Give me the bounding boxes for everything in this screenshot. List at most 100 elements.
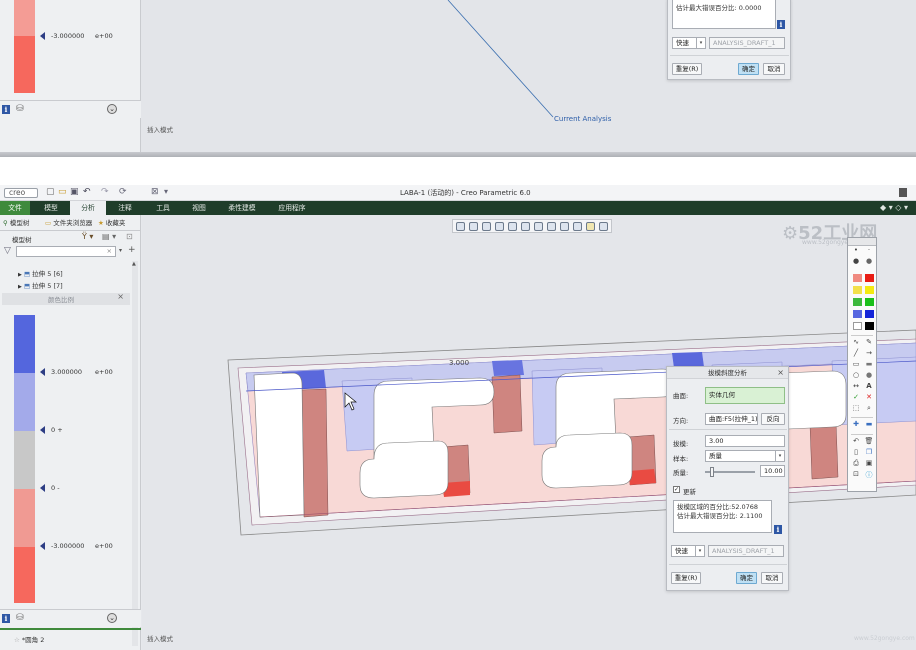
tab-folder-browser[interactable]: ▭ 文件夹浏览器 bbox=[45, 218, 92, 229]
sample-select[interactable]: 质量 ▾ bbox=[705, 450, 785, 462]
trash-icon[interactable]: 🗑 bbox=[863, 437, 875, 445]
tab-model-tree[interactable]: ⚲ 模型树 bbox=[3, 218, 29, 229]
close-icon[interactable]: × bbox=[117, 292, 124, 301]
check-icon[interactable]: ✓ bbox=[850, 393, 862, 401]
new-file-icon[interactable]: ▢ bbox=[46, 187, 55, 197]
open-folder-icon[interactable]: ▭ bbox=[58, 187, 67, 197]
info-icon[interactable]: i bbox=[777, 20, 785, 29]
cancel-button[interactable]: 取消 bbox=[761, 572, 783, 584]
quality-value-input[interactable]: 10.00 bbox=[760, 465, 785, 477]
cross-icon[interactable]: ✕ bbox=[863, 393, 875, 401]
pen-icon[interactable]: ✎ bbox=[863, 338, 875, 346]
dot-large-icon[interactable]: ● bbox=[863, 257, 875, 265]
dot-medium-icon[interactable]: ● bbox=[850, 257, 862, 265]
minimize-button[interactable] bbox=[899, 188, 907, 197]
line-icon[interactable]: ╱ bbox=[850, 349, 862, 357]
layer-icon[interactable]: ⛁ bbox=[16, 613, 24, 623]
update-checkbox[interactable]: ✓ bbox=[673, 486, 680, 493]
swatch-yellow[interactable] bbox=[865, 286, 874, 294]
dropdown-arrow-icon[interactable]: ▾ bbox=[119, 247, 122, 254]
minus-icon[interactable]: ▬ bbox=[863, 420, 875, 428]
close-icon[interactable]: × bbox=[777, 367, 784, 379]
tab-file[interactable]: 文件 bbox=[0, 201, 30, 215]
help-icon[interactable]: ◆ ▾ ◇ ▾ bbox=[880, 203, 908, 212]
scroll-up-icon[interactable]: ▲ bbox=[132, 261, 136, 267]
undo-icon[interactable]: ↶ bbox=[850, 437, 862, 445]
freehand-icon[interactable]: ∿ bbox=[850, 338, 862, 346]
swatch-white[interactable] bbox=[853, 322, 862, 330]
dot-small-icon[interactable]: • bbox=[850, 246, 862, 254]
filled-rectangle-icon[interactable]: ▬ bbox=[863, 360, 875, 368]
cancel-button[interactable]: 取消 bbox=[763, 63, 785, 75]
tree-item[interactable]: ▶ ⬒ 拉伸 5 [7] bbox=[18, 280, 63, 290]
save-icon[interactable]: ▣ bbox=[863, 459, 875, 467]
info-icon[interactable]: i bbox=[2, 105, 10, 114]
swatch-green-light[interactable] bbox=[853, 298, 862, 306]
double-arrow-icon[interactable]: ↔ bbox=[850, 382, 862, 390]
graphics-area[interactable]: 3.000 插入模式 ⚙52工业网 www.52gongye.com www.5… bbox=[142, 215, 916, 650]
direction-collector[interactable]: 曲面:F5(拉伸_1) bbox=[705, 413, 758, 425]
slider-thumb[interactable] bbox=[710, 467, 714, 477]
magnify-icon[interactable]: ⌕ bbox=[863, 404, 875, 413]
tab-favorites[interactable]: ★ 收藏夹 bbox=[98, 218, 125, 229]
tree-scrollbar[interactable]: ▲ bbox=[132, 261, 138, 646]
ok-button[interactable]: 确定 bbox=[738, 63, 759, 75]
tree-filter-options-icon[interactable]: ⊡ bbox=[126, 232, 133, 241]
add-icon[interactable]: + bbox=[128, 245, 136, 255]
dot-tiny-icon[interactable]: · bbox=[863, 246, 875, 254]
customize-icon[interactable]: ▾ bbox=[164, 187, 168, 196]
page-icon[interactable]: ▯ bbox=[850, 448, 862, 456]
filter-icon[interactable]: ▽ bbox=[4, 246, 11, 256]
speed-select[interactable]: 快速 ▾ bbox=[672, 37, 706, 49]
move-icon[interactable]: ✚ bbox=[850, 420, 862, 428]
swatch-black[interactable] bbox=[865, 322, 874, 330]
analysis-name-field[interactable]: ANALYSIS_DRAFT_1 bbox=[708, 545, 784, 557]
tab-tools[interactable]: 工具 bbox=[146, 201, 180, 215]
window-icon[interactable]: ⊠ bbox=[151, 187, 159, 197]
draft-angle-input[interactable]: 3.00 bbox=[705, 435, 785, 447]
swatch-red[interactable] bbox=[865, 274, 874, 282]
reset-button[interactable]: 重复(R) bbox=[671, 572, 701, 584]
speed-select[interactable]: 快速 ▾ bbox=[671, 545, 705, 557]
arrow-icon[interactable]: → bbox=[863, 349, 875, 357]
tab-annotate[interactable]: 注释 bbox=[108, 201, 142, 215]
surface-collector[interactable]: 实体几何 bbox=[705, 387, 785, 404]
ellipse-icon[interactable]: ○ bbox=[850, 371, 862, 379]
image-icon[interactable]: ⊡ bbox=[850, 470, 862, 478]
copy-icon[interactable]: ❐ bbox=[863, 448, 875, 456]
ok-button[interactable]: 确定 bbox=[736, 572, 757, 584]
filled-ellipse-icon[interactable]: ● bbox=[863, 371, 875, 379]
tree-columns-icon[interactable]: ▤ ▾ bbox=[102, 232, 116, 241]
info-icon[interactable]: i bbox=[2, 614, 10, 623]
analysis-name-field[interactable]: ANALYSIS_DRAFT_1 bbox=[709, 37, 785, 49]
reverse-button[interactable]: 反向 bbox=[761, 413, 785, 425]
rectangle-icon[interactable]: ▭ bbox=[850, 360, 862, 368]
tree-search-input[interactable]: × bbox=[16, 246, 116, 257]
quality-slider[interactable] bbox=[705, 467, 755, 477]
clear-icon[interactable]: × bbox=[107, 247, 112, 256]
tab-applications[interactable]: 应用程序 bbox=[270, 201, 314, 215]
tab-model[interactable]: 模型 bbox=[34, 201, 68, 215]
reset-button[interactable]: 重复(R) bbox=[672, 63, 702, 75]
select-area-icon[interactable]: ⬚ bbox=[850, 404, 862, 412]
footer-item[interactable]: ☆ *圆角 2 bbox=[14, 634, 44, 644]
text-icon[interactable]: A bbox=[863, 382, 875, 390]
tab-analysis[interactable]: 分析 bbox=[70, 201, 106, 215]
info-icon[interactable]: i bbox=[774, 525, 782, 534]
redo-icon[interactable]: ↷ bbox=[101, 187, 109, 197]
swatch-red-light[interactable] bbox=[853, 274, 862, 282]
print-icon[interactable]: ⎙ bbox=[850, 459, 862, 468]
info-icon[interactable]: ⓘ bbox=[863, 470, 875, 480]
swatch-yellow-light[interactable] bbox=[853, 286, 862, 294]
layer-icon[interactable]: ⛁ bbox=[16, 104, 24, 114]
tab-view[interactable]: 视图 bbox=[182, 201, 216, 215]
chevron-down-icon[interactable]: ⌄ bbox=[107, 613, 117, 623]
undo-icon[interactable]: ↶ bbox=[83, 187, 91, 197]
tree-settings-icon[interactable]: Ϋ ▾ bbox=[82, 232, 93, 241]
swatch-blue[interactable] bbox=[865, 310, 874, 318]
chevron-down-icon[interactable]: ⌄ bbox=[107, 104, 117, 114]
tab-flexible-modeling[interactable]: 柔性建模 bbox=[220, 201, 264, 215]
swatch-blue-light[interactable] bbox=[853, 310, 862, 318]
swatch-green[interactable] bbox=[865, 298, 874, 306]
regenerate-icon[interactable]: ⟳ bbox=[119, 187, 127, 197]
